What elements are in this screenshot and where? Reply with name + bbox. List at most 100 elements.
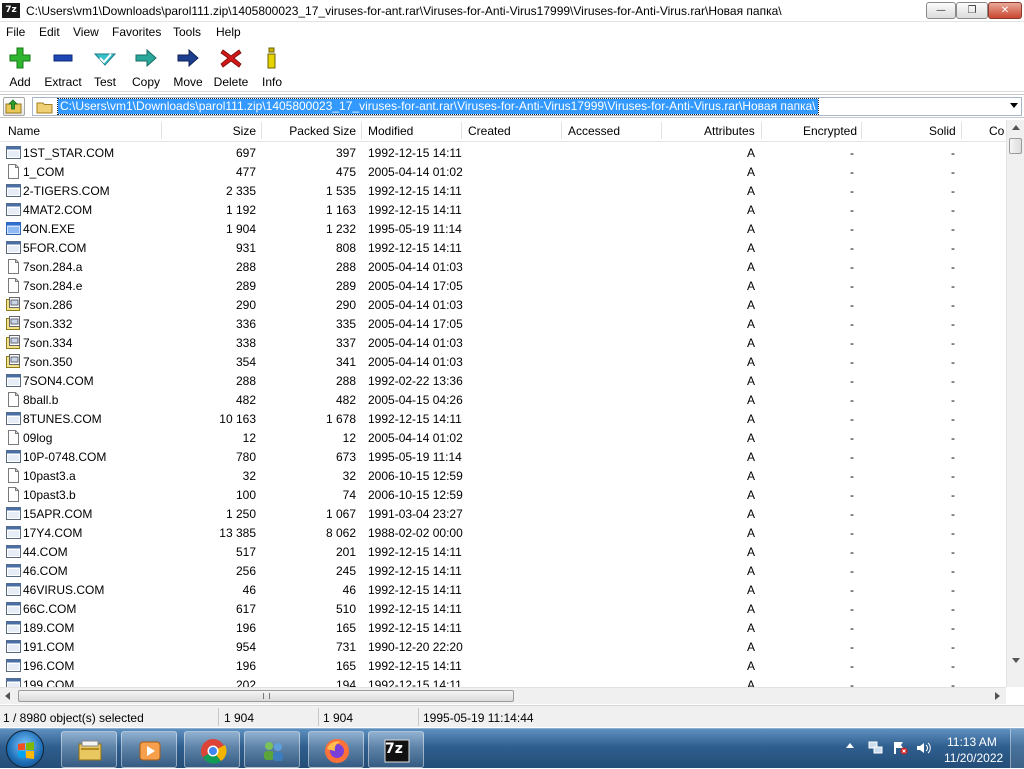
menu-help[interactable]: Help — [216, 25, 241, 39]
table-row[interactable]: 4ON.EXE 1 904 1 232 1995-05-19 11:14 A - - — [0, 219, 1006, 238]
vertical-scroll-thumb[interactable] — [1009, 138, 1022, 154]
table-row[interactable]: 66C.COM 617 510 1992-12-15 14:11 A - - — [0, 599, 1006, 618]
table-row[interactable]: 10P-0748.COM 780 673 1995-05-19 11:14 A - - — [0, 447, 1006, 466]
column-encrypted[interactable]: Encrypted — [803, 124, 857, 138]
file-packed-size: 201 — [335, 545, 356, 559]
table-row[interactable]: 46.COM 256 245 1992-12-15 14:11 A - - — [0, 561, 1006, 580]
address-dropdown-icon[interactable] — [1010, 103, 1018, 108]
column-divider[interactable] — [561, 122, 562, 139]
column-divider[interactable] — [461, 122, 462, 139]
table-row[interactable]: 10past3.a 32 32 2006-10-15 12:59 A - - — [0, 466, 1006, 485]
table-row[interactable]: 7son.284.a 288 288 2005-04-14 01:03 A - - — [0, 257, 1006, 276]
table-row[interactable]: 10past3.b 100 74 2006-10-15 12:59 A - - — [0, 485, 1006, 504]
taskbar-chrome[interactable] — [184, 731, 240, 768]
column-modified[interactable]: Modified — [368, 124, 413, 138]
column-created[interactable]: Created — [468, 124, 511, 138]
column-comment[interactable]: Co — [989, 124, 1004, 138]
column-size[interactable]: Size — [233, 124, 256, 138]
scroll-down-arrow-icon[interactable] — [1012, 658, 1020, 663]
column-divider[interactable] — [161, 122, 162, 139]
menu-favorites[interactable]: Favorites — [112, 25, 161, 39]
table-row[interactable]: 46VIRUS.COM 46 46 1992-12-15 14:11 A - - — [0, 580, 1006, 599]
close-button[interactable]: ✕ — [988, 2, 1022, 19]
info-button[interactable]: Info — [258, 46, 286, 90]
menu-edit[interactable]: Edit — [39, 25, 60, 39]
column-divider[interactable] — [661, 122, 662, 139]
table-row[interactable]: 7son.334 338 337 2005-04-14 01:03 A - - — [0, 333, 1006, 352]
column-divider[interactable] — [861, 122, 862, 139]
maximize-button[interactable]: ❐ — [956, 2, 988, 19]
folder-up-button[interactable] — [3, 97, 25, 116]
extract-button[interactable]: Extract — [42, 46, 84, 90]
table-row[interactable]: 4MAT2.COM 1 192 1 163 1992-12-15 14:11 A - - — [0, 200, 1006, 219]
test-button[interactable]: Test — [90, 46, 120, 90]
column-solid[interactable]: Solid — [929, 124, 956, 138]
menu-view[interactable]: View — [73, 25, 99, 39]
copy-button[interactable]: Copy — [130, 46, 162, 90]
table-row[interactable]: 15APR.COM 1 250 1 067 1991-03-04 23:27 A - - — [0, 504, 1006, 523]
start-button[interactable] — [6, 730, 44, 768]
action-center-flag-icon[interactable] — [892, 741, 908, 755]
file-encrypted: - — [850, 678, 854, 687]
delete-button[interactable]: Delete — [212, 46, 250, 90]
table-row[interactable]: 1_COM 477 475 2005-04-14 01:02 A - - — [0, 162, 1006, 181]
table-row[interactable]: 17Y4.COM 13 385 8 062 1988-02-02 00:00 A - - — [0, 523, 1006, 542]
column-divider[interactable] — [361, 122, 362, 139]
column-packed-size[interactable]: Packed Size — [289, 124, 356, 138]
horizontal-scroll-thumb[interactable] — [18, 690, 514, 702]
file-solid: - — [951, 165, 955, 179]
taskbar-network-users[interactable] — [244, 731, 300, 768]
column-divider[interactable] — [761, 122, 762, 139]
table-row[interactable]: 09log 12 12 2005-04-14 01:02 A - - — [0, 428, 1006, 447]
column-divider[interactable] — [261, 122, 262, 139]
show-hidden-icons-icon[interactable] — [846, 743, 854, 748]
menu-tools[interactable]: Tools — [173, 25, 201, 39]
vertical-scrollbar[interactable] — [1006, 120, 1024, 687]
table-row[interactable]: 7SON4.COM 288 288 1992-02-22 13:36 A - - — [0, 371, 1006, 390]
clock-date[interactable]: 11/20/2022 — [944, 751, 1003, 765]
taskbar-explorer[interactable] — [61, 731, 117, 768]
address-path-text[interactable]: C:\Users\vm1\Downloads\parol111.zip\1405… — [57, 98, 819, 115]
table-row[interactable]: 44.COM 517 201 1992-12-15 14:11 A - - — [0, 542, 1006, 561]
clock-time[interactable]: 11:13 AM — [947, 735, 997, 749]
table-row[interactable]: 191.COM 954 731 1990-12-20 22:20 A - - — [0, 637, 1006, 656]
table-row[interactable]: 7son.350 354 341 2005-04-14 01:03 A - - — [0, 352, 1006, 371]
table-row[interactable]: 7son.332 336 335 2005-04-14 17:05 A - - — [0, 314, 1006, 333]
table-row[interactable]: 5FOR.COM 931 808 1992-12-15 14:11 A - - — [0, 238, 1006, 257]
taskbar-7zip[interactable]: 7z — [368, 731, 424, 768]
delete-x-icon — [220, 49, 242, 68]
network-icon[interactable] — [868, 741, 884, 755]
table-row[interactable]: 2-TIGERS.COM 2 335 1 535 1992-12-15 14:11 A -… — [0, 181, 1006, 200]
status-modified: 1995-05-19 11:14:44 — [423, 711, 534, 725]
table-row[interactable]: 8ball.b 482 482 2005-04-15 04:26 A - - — [0, 390, 1006, 409]
file-encrypted: - — [850, 298, 854, 312]
show-desktop-button[interactable] — [1010, 729, 1024, 769]
table-row[interactable]: 7son.286 290 290 2005-04-14 01:03 A - - — [0, 295, 1006, 314]
file-attributes: A — [747, 602, 756, 616]
table-row[interactable]: 7son.284.e 289 289 2005-04-14 17:05 A - - — [0, 276, 1006, 295]
menu-file[interactable]: File — [6, 25, 25, 39]
column-divider[interactable] — [961, 122, 962, 139]
scroll-left-arrow-icon[interactable] — [5, 692, 10, 700]
table-row[interactable]: 8TUNES.COM 10 163 1 678 1992-12-15 14:11 A - - — [0, 409, 1006, 428]
move-button[interactable]: Move — [171, 46, 205, 90]
volume-icon[interactable] — [916, 741, 932, 755]
column-attributes[interactable]: Attributes — [704, 124, 755, 138]
address-field[interactable]: C:\Users\vm1\Downloads\parol111.zip\1405… — [32, 97, 1022, 116]
table-row[interactable]: 1ST_STAR.COM 697 397 1992-12-15 14:11 A - - — [0, 143, 1006, 162]
horizontal-scrollbar[interactable] — [0, 687, 1006, 704]
7zip-app-icon[interactable]: 7z — [2, 3, 20, 18]
scroll-right-arrow-icon[interactable] — [995, 692, 1000, 700]
column-name[interactable]: Name — [8, 124, 40, 138]
file-solid: - — [951, 241, 955, 255]
add-button[interactable]: Add — [4, 46, 36, 90]
column-accessed[interactable]: Accessed — [568, 124, 620, 138]
table-row[interactable]: 199.COM 202 194 1992-12-15 14:11 A - - — [0, 675, 1006, 687]
taskbar-media-player[interactable] — [121, 731, 177, 768]
table-row[interactable]: 196.COM 196 165 1992-12-15 14:11 A - - — [0, 656, 1006, 675]
taskbar-firefox[interactable] — [308, 731, 364, 768]
minimize-button[interactable]: — — [926, 2, 956, 19]
file-list[interactable]: 1ST_STAR.COM 697 397 1992-12-15 14:11 A - - 1_C… — [0, 143, 1006, 687]
scroll-up-arrow-icon[interactable] — [1012, 125, 1020, 130]
table-row[interactable]: 189.COM 196 165 1992-12-15 14:11 A - - — [0, 618, 1006, 637]
